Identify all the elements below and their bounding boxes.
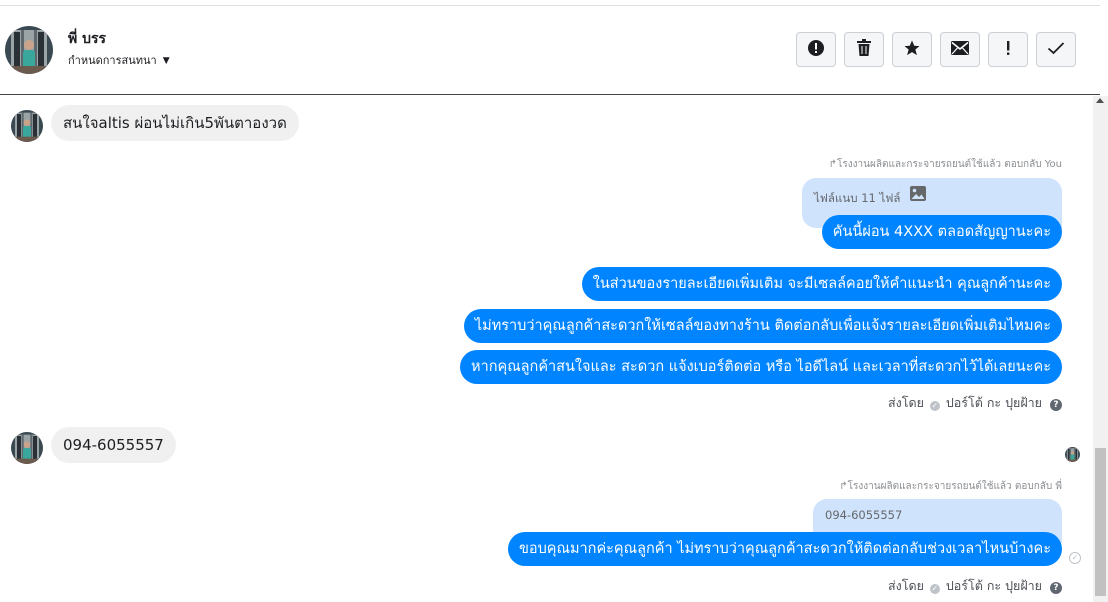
contact-name[interactable]: พี่ บรร: [68, 28, 106, 50]
mark-spam-button[interactable]: [796, 32, 836, 67]
incoming-message[interactable]: สนใจaltis ผ่อนไม่เกิน5พันตาองวด: [51, 105, 299, 141]
sender-avatar[interactable]: [11, 110, 43, 142]
verified-icon: ✓: [929, 584, 940, 594]
follow-up-button[interactable]: [988, 32, 1028, 67]
reply-context: ↱โรงงานผลิตและกระจายรถยนต์ใช้แล้ว ตอบกลั…: [839, 481, 1062, 492]
sent-by-name[interactable]: ปอร์โต้ กะ ปุยฝ้าย: [946, 578, 1042, 593]
delete-button[interactable]: [844, 32, 884, 67]
trash-icon: [856, 38, 872, 61]
outgoing-message[interactable]: หากคุณลูกค้าสนใจและ สะดวก แจ้งเบอร์ติดต่…: [460, 350, 1062, 384]
envelope-icon: [951, 40, 969, 59]
conversation-menu[interactable]: กำหนดการสนทนา ▼: [68, 51, 170, 69]
image-icon: [910, 186, 926, 204]
sent-by-prefix: ส่งโดย: [888, 578, 924, 593]
verified-icon: ✓: [929, 401, 940, 411]
reply-context: ↱โรงงานผลิตและกระจายรถยนต์ใช้แล้ว ตอบกลั…: [828, 159, 1062, 170]
check-icon: [1047, 40, 1065, 59]
star-icon: [903, 39, 921, 61]
sent-by-name[interactable]: ปอร์โต้ กะ ปุยฝ้าย: [946, 395, 1042, 410]
outgoing-message[interactable]: ในส่วนของรายละเอียดเพิ่มเติม จะมีเซลล์คอ…: [581, 267, 1062, 301]
conversation-header: พี่ บรร กำหนดการสนทนา ▼: [0, 6, 1100, 95]
sent-by-line: ส่งโดย ✓ ปอร์โต้ กะ ปุยฝ้าย ?: [888, 576, 1062, 596]
scrollbar-thumb[interactable]: [1095, 448, 1106, 596]
sent-by-prefix: ส่งโดย: [888, 395, 924, 410]
star-button[interactable]: [892, 32, 932, 67]
exclamation-icon: [1005, 40, 1011, 60]
quoted-text: ไฟล์แนบ 11 ไฟล์: [814, 191, 901, 205]
outgoing-message[interactable]: ไม่ทราบว่าคุณลูกค้าสะดวกให้เซลล์ของทางร้…: [463, 309, 1062, 343]
contact-avatar[interactable]: [5, 26, 53, 74]
quoted-text: 094-6055557: [825, 508, 903, 522]
help-icon[interactable]: ?: [1050, 582, 1062, 594]
sender-avatar[interactable]: [11, 432, 43, 464]
outgoing-message[interactable]: คันนี้ผ่อน 4XXX ตลอดสัญญานะคะ: [821, 215, 1062, 249]
scrollbar[interactable]: [1093, 96, 1108, 602]
alert-circle-icon: [807, 39, 825, 61]
help-icon[interactable]: ?: [1050, 399, 1062, 411]
delivered-check-icon: ✓: [1069, 552, 1081, 564]
mark-done-button[interactable]: [1036, 32, 1076, 67]
seen-avatar: [1065, 447, 1080, 462]
incoming-message[interactable]: 094-6055557: [51, 427, 176, 463]
caret-down-icon: ▼: [162, 56, 170, 66]
mark-unread-button[interactable]: [940, 32, 980, 67]
scroll-up-arrow-icon[interactable]: [1096, 98, 1104, 103]
conversation-menu-label: กำหนดการสนทนา: [68, 54, 157, 67]
sent-by-line: ส่งโดย ✓ ปอร์โต้ กะ ปุยฝ้าย ?: [888, 393, 1062, 413]
outgoing-message[interactable]: ขอบคุณมากค่ะคุณลูกค้า ไม่ทราบว่าคุณลูกค้…: [507, 532, 1062, 566]
